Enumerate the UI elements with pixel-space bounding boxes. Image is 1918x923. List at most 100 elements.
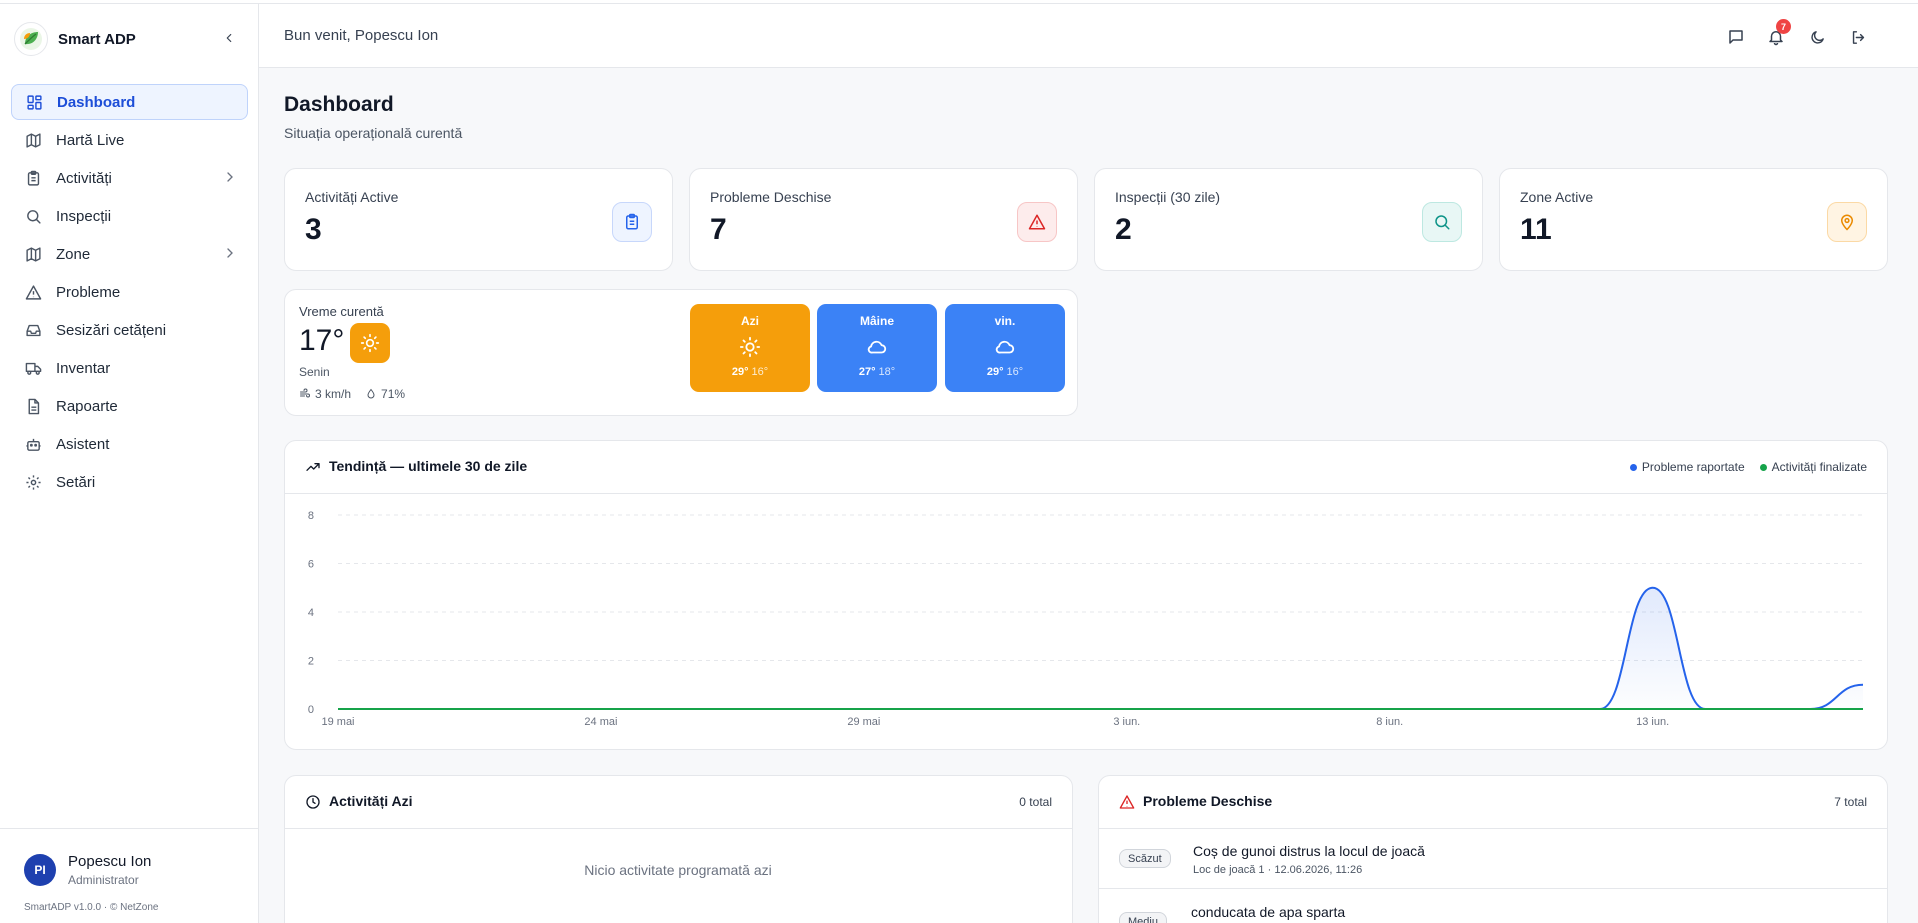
- weather-label: Vreme curentă: [299, 304, 384, 319]
- severity-badge: Scăzut: [1119, 849, 1171, 868]
- sidebar-item-inspectii[interactable]: Inspecții: [11, 198, 248, 234]
- notifications-button[interactable]: 7: [1765, 19, 1791, 48]
- notification-badge: 7: [1776, 19, 1791, 34]
- legend-item[interactable]: Probleme raportate: [1629, 460, 1745, 474]
- problem-meta: Loc de joacă 1 · 12.06.2026, 11:26: [1193, 864, 1363, 876]
- user-role: Administrator: [68, 873, 139, 887]
- forecast-card-vin[interactable]: vin. 29° 16°: [945, 304, 1065, 392]
- sidebar-item-label: Zone: [56, 245, 91, 263]
- chevron-left-icon: [226, 33, 232, 43]
- theme-toggle-button[interactable]: [1806, 26, 1828, 48]
- forecast-day: Azi: [741, 314, 759, 328]
- leaf-logo-icon: [14, 22, 48, 56]
- severity-badge: Mediu: [1119, 912, 1167, 923]
- trend-chart-card: Tendință — ultimele 30 de zile Probleme …: [284, 440, 1888, 750]
- stat-label: Inspecții (30 zile): [1115, 189, 1221, 205]
- logout-button[interactable]: [1847, 26, 1869, 48]
- open-problems-card: Probleme Deschise 7 total Scăzut Coș de …: [1098, 775, 1888, 923]
- y-tick-label: 0: [308, 704, 314, 716]
- stat-card-zone-active[interactable]: Zone Active 11: [1499, 168, 1888, 271]
- messages-button[interactable]: [1725, 26, 1747, 48]
- collapse-sidebar-button[interactable]: [219, 28, 239, 48]
- sidebar-item-setari[interactable]: Setări: [11, 464, 248, 500]
- app-name: Smart ADP: [58, 30, 136, 48]
- weather-card: Vreme curentă 17° Senin 3 km/h 71% Azi 2…: [284, 289, 1078, 416]
- y-tick-label: 4: [308, 607, 314, 619]
- top-header: Bun venit, Popescu Ion 7: [259, 4, 1918, 68]
- sidebar-item-activitati[interactable]: Activități: [11, 160, 248, 196]
- chevron-right-icon: [227, 248, 233, 258]
- stat-label: Probleme Deschise: [710, 189, 832, 205]
- stat-value: 3: [305, 213, 322, 246]
- problem-title: Coș de gunoi distrus la locul de joacă: [1193, 843, 1425, 859]
- message-icon: [1729, 30, 1743, 44]
- sidebar-item-zone[interactable]: Zone: [11, 236, 248, 272]
- sidebar-item-asistent[interactable]: Asistent: [11, 426, 248, 462]
- warning-icon: [1017, 202, 1057, 242]
- forecast-temps: 29° 16°: [690, 366, 810, 378]
- page-subtitle: Situația operațională curentă: [284, 125, 463, 141]
- warning-icon: [1119, 795, 1135, 809]
- problem-title: conducata de apa sparta: [1191, 904, 1346, 920]
- forecast-day: vin.: [994, 314, 1016, 328]
- legend-dot: [1759, 463, 1767, 471]
- sidebar-item-label: Rapoarte: [56, 397, 118, 415]
- cloud-icon: [995, 340, 1015, 354]
- stat-card-inspectii[interactable]: Inspecții (30 zile) 2: [1094, 168, 1483, 271]
- card-title: Probleme Deschise: [1143, 793, 1273, 809]
- sidebar-item-label: Sesizări cetățeni: [56, 321, 167, 339]
- stat-card-probleme-deschise[interactable]: Probleme Deschise 7: [689, 168, 1078, 271]
- problem-row[interactable]: Mediu conducata de apa sparta: [1099, 890, 1887, 923]
- sidebar-item-label: Activități: [56, 169, 112, 187]
- wind-speed: 3 km/h: [315, 387, 352, 401]
- trend-chart: 0 2 4 6 8 19 mai 24 mai 29 mai 3 iun. 8 iun. 13 iu…: [308, 510, 1864, 728]
- x-tick-label: 3 iun.: [1113, 716, 1140, 728]
- user-name: Popescu Ion: [68, 853, 152, 870]
- x-tick-label: 13 iun.: [1636, 716, 1669, 728]
- chart-title: Tendință — ultimele 30 de zile: [329, 458, 528, 474]
- sidebar-item-label: Probleme: [56, 283, 121, 301]
- moon-icon: [1810, 30, 1824, 44]
- avatar[interactable]: PI: [24, 854, 56, 886]
- sidebar-item-inventar[interactable]: Inventar: [11, 350, 248, 386]
- total-count: 7 total: [1834, 795, 1867, 809]
- sidebar-item-probleme[interactable]: Probleme: [11, 274, 248, 310]
- sidebar-item-dashboard[interactable]: Dashboard: [11, 84, 248, 120]
- stat-card-activitati-active[interactable]: Activități Active 3: [284, 168, 673, 271]
- sidebar-item-label: Dashboard: [57, 93, 136, 111]
- humidity-icon: [367, 388, 375, 399]
- weather-meta: 3 km/h 71%: [299, 387, 419, 401]
- sidebar-item-harta-live[interactable]: Hartă Live: [11, 122, 248, 158]
- card-divider: [285, 828, 1072, 829]
- sidebar-item-label: Setări: [56, 473, 96, 491]
- sidebar-item-sesizari-cetateni[interactable]: Sesizări cetățeni: [11, 312, 248, 348]
- sidebar-item-rapoarte[interactable]: Rapoarte: [11, 388, 248, 424]
- file-icon: [24, 397, 42, 415]
- forecast-card-azi[interactable]: Azi 29° 16°: [690, 304, 810, 392]
- sidebar: Smart ADP Dashboard Hartă Live Activităț…: [0, 4, 259, 923]
- map-icon: [24, 131, 42, 149]
- problem-row[interactable]: Scăzut Coș de gunoi distrus la locul de …: [1099, 829, 1887, 889]
- brand[interactable]: Smart ADP: [14, 22, 136, 56]
- y-tick-label: 6: [308, 559, 314, 571]
- forecast-card-maine[interactable]: Mâine 27° 18°: [817, 304, 937, 392]
- forecast-min: 16°: [751, 366, 769, 378]
- truck-icon: [24, 359, 42, 377]
- welcome-text: Bun venit, Popescu Ion: [284, 27, 439, 44]
- sidebar-item-label: Inventar: [56, 359, 111, 377]
- stat-value: 7: [710, 213, 727, 246]
- wind-icon: [300, 388, 310, 398]
- forecast-temps: 29° 16°: [945, 366, 1065, 378]
- stat-label: Zone Active: [1520, 189, 1594, 205]
- search-icon: [1422, 202, 1462, 242]
- bot-icon: [24, 435, 42, 453]
- legend-dot: [1629, 463, 1637, 471]
- legend-item[interactable]: Activități finalizate: [1759, 460, 1867, 474]
- clock-icon: [306, 795, 320, 809]
- trending-up-icon: [306, 463, 320, 471]
- y-tick-label: 8: [308, 510, 314, 522]
- y-tick-label: 2: [308, 656, 314, 668]
- warning-icon: [24, 283, 42, 301]
- map-icon: [24, 245, 42, 263]
- chevron-right-icon: [227, 172, 233, 182]
